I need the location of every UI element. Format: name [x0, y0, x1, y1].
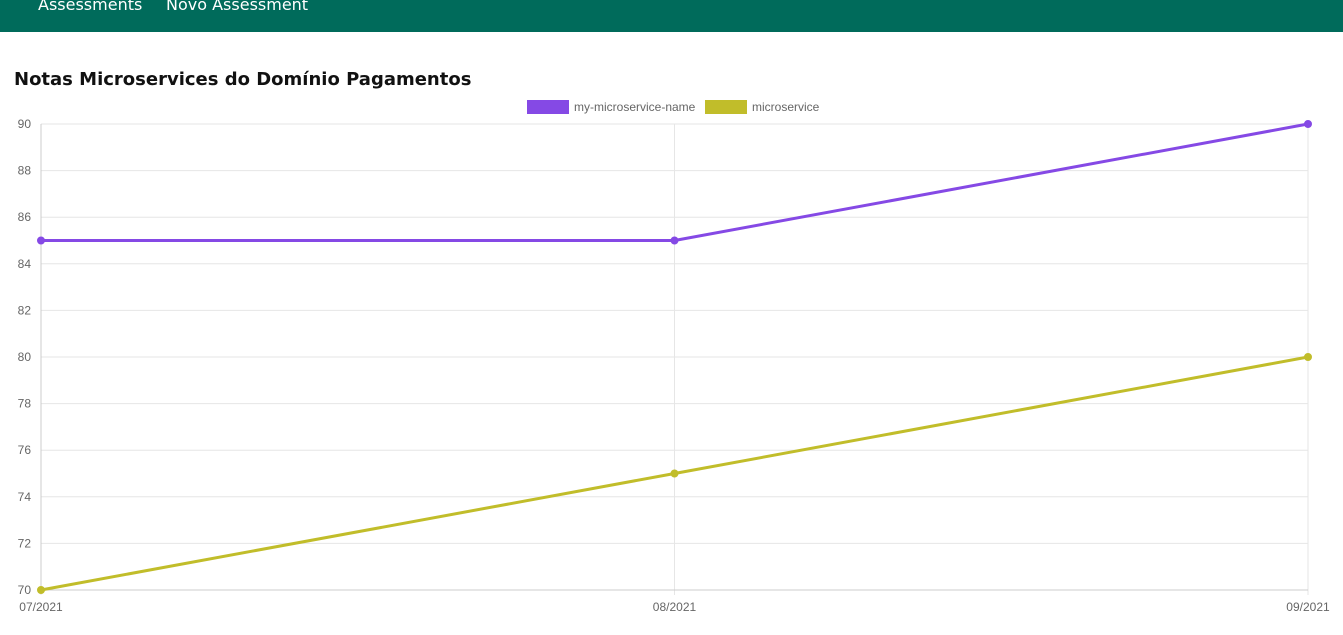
legend-swatch[interactable]	[705, 100, 747, 114]
data-point[interactable]	[670, 469, 679, 478]
data-point[interactable]	[37, 586, 45, 594]
legend-label[interactable]: microservice	[752, 100, 820, 114]
y-tick-label: 74	[18, 490, 32, 504]
data-point[interactable]	[670, 236, 679, 245]
y-tick-label: 76	[18, 443, 32, 457]
data-point[interactable]	[1304, 120, 1312, 128]
y-tick-label: 72	[18, 536, 32, 550]
y-tick-label: 86	[18, 210, 32, 224]
chart-legend[interactable]: my-microservice-name microservice	[527, 100, 820, 114]
chart-axes: 70 72 74 76 78 80 82 84 86 88 90 07/2021 08/2021 09/2…	[18, 117, 1330, 614]
y-tick-label: 80	[18, 350, 32, 364]
data-point[interactable]	[1304, 353, 1312, 361]
x-tick-label: 08/2021	[653, 600, 697, 614]
data-point[interactable]	[37, 236, 45, 245]
line-chart: 70 72 74 76 78 80 82 84 86 88 90 07/2021 08/2021 09/2…	[18, 100, 1330, 614]
legend-label[interactable]: my-microservice-name	[574, 100, 696, 114]
legend-swatch[interactable]	[527, 100, 569, 114]
y-tick-label: 88	[18, 164, 32, 178]
x-tick-label: 09/2021	[1286, 600, 1330, 614]
y-tick-label: 84	[18, 257, 32, 271]
x-tick-label: 07/2021	[19, 600, 63, 614]
y-tick-label: 78	[18, 397, 32, 411]
chart-grid	[40, 123, 1309, 595]
y-tick-label: 90	[18, 117, 32, 131]
y-tick-label: 70	[18, 583, 32, 597]
y-tick-label: 82	[18, 303, 32, 317]
